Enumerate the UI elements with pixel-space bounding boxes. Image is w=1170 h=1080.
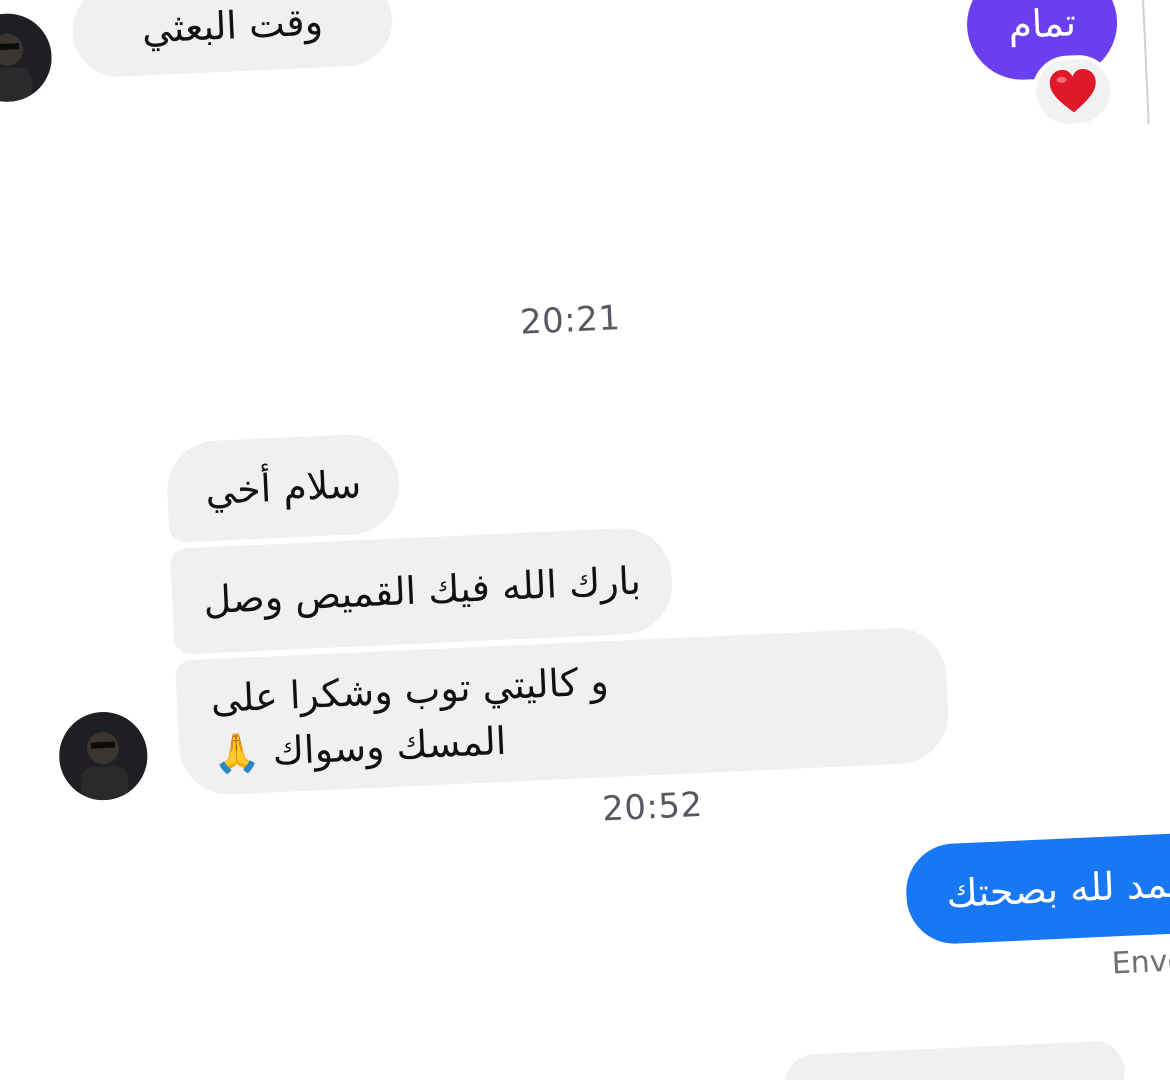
timestamp-second: 20:52 xyxy=(601,784,704,830)
message-incoming-greeting[interactable]: سلام أخي xyxy=(165,432,402,543)
timestamp-first: 20:21 xyxy=(519,298,622,343)
message-text: وقت البعثي xyxy=(140,0,324,52)
message-outgoing-reply[interactable]: الحمد لله بصحتك xyxy=(904,832,1170,946)
contact-photo-icon xyxy=(0,11,54,104)
avatar-contact[interactable] xyxy=(57,710,150,803)
message-text: تمام xyxy=(1007,0,1077,48)
sent-status: Envoyé xyxy=(1110,941,1170,982)
avatar-contact-top[interactable] xyxy=(0,11,54,104)
message-text: الحمد لله بصحتك xyxy=(945,859,1170,916)
message-incoming-thanks[interactable]: بارك الله فيك القميص وصل xyxy=(169,526,675,655)
screen-edge-line xyxy=(1140,0,1150,125)
chat-screen: وقت البعثي تمام 20:21 سلام أخي بارك الله… xyxy=(0,0,1170,1080)
message-partial-bottom[interactable] xyxy=(783,1040,1126,1080)
chat-thread[interactable]: وقت البعثي تمام 20:21 سلام أخي بارك الله… xyxy=(0,0,1170,1080)
message-incoming-partial[interactable]: وقت البعثي xyxy=(70,0,395,79)
message-incoming-quality[interactable]: و كاليتي توب وشكرا على المسك وسواك 🙏 xyxy=(175,625,951,797)
message-text: سلام أخي xyxy=(204,462,363,514)
message-text-line1: و كاليتي توب وشكرا على xyxy=(209,659,610,722)
contact-photo-icon xyxy=(57,710,150,803)
message-text: بارك الله فيك القميص وصل xyxy=(202,558,642,623)
heart-icon xyxy=(1049,68,1096,113)
reaction-badge[interactable] xyxy=(1030,53,1116,130)
